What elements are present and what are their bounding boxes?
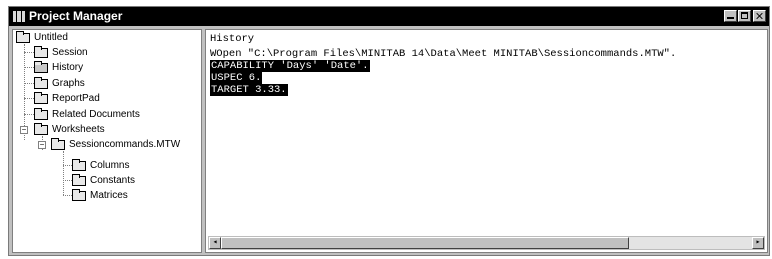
project-tree: Untitled Session History Graphs ReportPa…	[12, 29, 202, 253]
folder-icon	[72, 188, 86, 201]
tree-connector	[24, 98, 34, 99]
tree-item-graphs[interactable]: Graphs	[34, 76, 85, 91]
history-pane[interactable]: History WOpen "C:\Program Files\MINITAB …	[205, 29, 768, 253]
history-command-text: TARGET 3.33.	[210, 84, 288, 96]
project-manager-icon	[13, 11, 25, 22]
history-line[interactable]: WOpen "C:\Program Files\MINITAB 14\Data\…	[210, 48, 676, 60]
folder-icon	[16, 30, 30, 43]
history-line[interactable]: CAPABILITY 'Days' 'Date'.	[210, 60, 370, 72]
tree-item-history[interactable]: History	[34, 60, 83, 75]
tree-item-label: Sessioncommands.MTW	[69, 139, 181, 150]
folder-icon	[34, 76, 48, 89]
folder-icon	[34, 122, 48, 135]
history-line[interactable]: USPEC 6.	[210, 72, 263, 84]
folder-icon	[51, 137, 65, 150]
folder-icon	[34, 60, 48, 73]
tree-item-constants[interactable]: Constants	[72, 173, 135, 188]
tree-item-label: Untitled	[34, 32, 68, 43]
tree-item-untitled[interactable]: Untitled	[16, 30, 68, 45]
history-line[interactable]: TARGET 3.33.	[210, 84, 288, 96]
tree-item-label: Graphs	[52, 78, 85, 89]
tree-item-related-documents[interactable]: Related Documents	[34, 107, 140, 122]
close-button[interactable]	[753, 10, 766, 22]
history-command-text: USPEC 6.	[210, 72, 263, 84]
tree-connector	[24, 114, 34, 115]
tree-item-session[interactable]: Session	[34, 45, 88, 60]
tree-connector	[63, 165, 72, 166]
collapse-toggle[interactable]: −	[20, 126, 28, 134]
window-title: Project Manager	[29, 9, 123, 23]
tree-connector	[24, 52, 34, 53]
title-bar[interactable]: Project Manager	[9, 7, 769, 26]
folder-icon	[72, 173, 86, 186]
tree-item-label: History	[52, 62, 84, 73]
scroll-left-arrow-icon[interactable]: ◂	[209, 237, 221, 249]
scrollbar-thumb[interactable]	[221, 237, 629, 249]
tree-item-reportpad[interactable]: ReportPad	[34, 91, 100, 106]
tree-item-worksheet-file[interactable]: Sessioncommands.MTW	[51, 137, 180, 152]
tree-connector	[24, 67, 34, 68]
collapse-toggle[interactable]: −	[38, 141, 46, 149]
scroll-right-arrow-icon[interactable]: ▸	[752, 237, 764, 249]
tree-item-label: Worksheets	[52, 124, 105, 135]
history-command-text: WOpen "C:\Program Files\MINITAB 14\Data\…	[210, 48, 677, 60]
history-title: History	[210, 33, 255, 45]
tree-item-label: Related Documents	[52, 109, 140, 120]
project-manager-window: Project Manager Untitled Session History	[8, 6, 770, 256]
history-command-text: CAPABILITY 'Days' 'Date'.	[210, 60, 370, 72]
tree-item-label: ReportPad	[52, 93, 100, 104]
tree-connector	[63, 195, 72, 196]
horizontal-scrollbar[interactable]: ◂ ▸	[208, 236, 765, 250]
tree-item-label: Matrices	[90, 190, 128, 201]
tree-item-label: Columns	[90, 160, 130, 171]
folder-icon	[34, 45, 48, 58]
tree-item-columns[interactable]: Columns	[72, 158, 129, 173]
tree-item-label: Session	[52, 47, 88, 58]
tree-connector	[24, 83, 34, 84]
folder-icon	[34, 91, 48, 104]
maximize-button[interactable]	[738, 10, 751, 22]
folder-icon	[72, 158, 86, 171]
tree-item-matrices[interactable]: Matrices	[72, 188, 128, 203]
minimize-button[interactable]	[724, 10, 737, 22]
tree-connector	[63, 180, 72, 181]
tree-item-label: Constants	[90, 175, 136, 186]
folder-icon	[34, 107, 48, 120]
tree-connector	[63, 151, 64, 195]
tree-item-worksheets[interactable]: Worksheets	[34, 122, 105, 137]
